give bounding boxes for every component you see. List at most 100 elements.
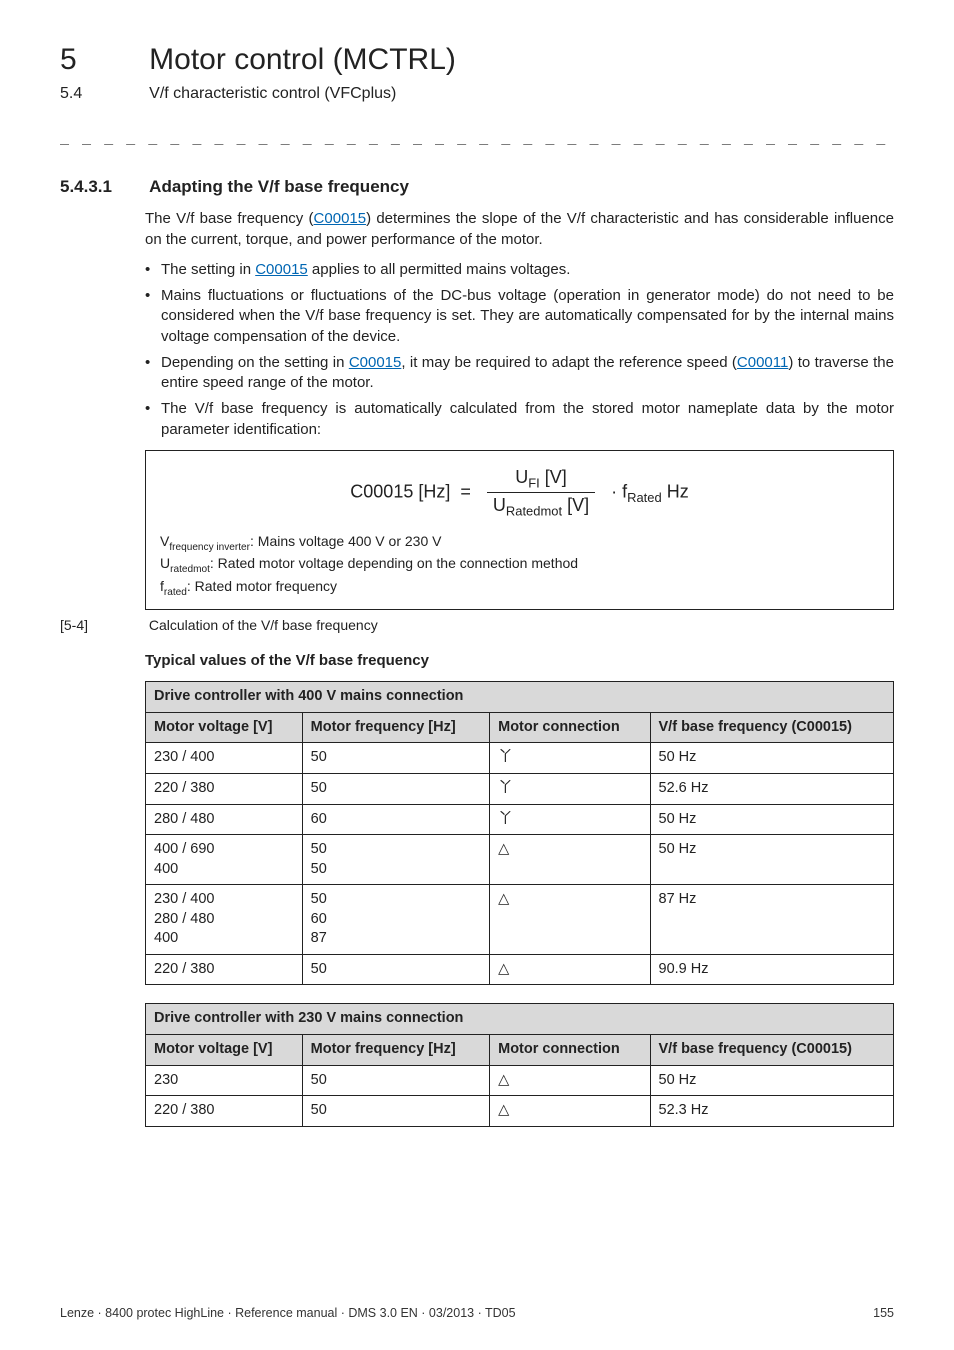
col-header: V/f base frequency (C00015) xyxy=(650,712,893,743)
cell-motor-connection: 丫 xyxy=(490,773,650,804)
text: : Rated motor voltage depending on the c… xyxy=(210,555,578,571)
subscript: Ratedmot xyxy=(506,503,562,518)
text: Depending on the setting in xyxy=(161,354,349,371)
link-c00015[interactable]: C00015 xyxy=(255,261,308,278)
cell-motor-voltage: 400 / 690400 xyxy=(146,835,303,885)
table-row: 220 / 38050△90.9 Hz xyxy=(146,954,894,985)
link-c00015[interactable]: C00015 xyxy=(349,354,402,371)
list-item: The setting in C00015 applies to all per… xyxy=(145,260,894,280)
cell-motor-voltage: 280 / 480 xyxy=(146,804,303,835)
link-c00011[interactable]: C00011 xyxy=(737,354,788,371)
chapter-heading: 5 Motor control (MCTRL) xyxy=(60,40,894,81)
formula-box: C00015 [Hz] = UFI [V] URatedmot [V] · fR… xyxy=(145,450,894,610)
cell-motor-frequency: 506087 xyxy=(302,885,489,955)
subscript: frequency inverter xyxy=(169,542,250,553)
table-caption: Drive controller with 230 V mains connec… xyxy=(146,1004,894,1035)
text: [V] xyxy=(562,495,589,515)
page-footer: Lenze · 8400 protec HighLine · Reference… xyxy=(60,1305,894,1322)
cell-motor-frequency: 60 xyxy=(302,804,489,835)
table-row: 230 / 400280 / 480400506087△87 Hz xyxy=(146,885,894,955)
cell-vf-base-frequency: 52.6 Hz xyxy=(650,773,893,804)
text: U xyxy=(515,467,528,487)
table-row: 220 / 38050丫52.6 Hz xyxy=(146,773,894,804)
cell-motor-frequency: 50 xyxy=(302,773,489,804)
cell-motor-connection: 丫 xyxy=(490,804,650,835)
cell-motor-voltage: 230 / 400 xyxy=(146,743,303,774)
cell-vf-base-frequency: 52.3 Hz xyxy=(650,1096,893,1127)
formula-lhs: C00015 [Hz] xyxy=(350,481,450,501)
cell-motor-connection: △ xyxy=(490,835,650,885)
bullet-list: The setting in C00015 applies to all per… xyxy=(145,260,894,440)
text: V xyxy=(160,533,169,549)
divider-dashed: _ _ _ _ _ _ _ _ _ _ _ _ _ _ _ _ _ _ _ _ … xyxy=(60,126,894,146)
col-header: Motor connection xyxy=(490,1035,650,1066)
cell-motor-voltage: 230 xyxy=(146,1065,303,1096)
col-header: Motor voltage [V] xyxy=(146,1035,303,1066)
cell-motor-connection: △ xyxy=(490,885,650,955)
intro-paragraph: The V/f base frequency (C00015) determin… xyxy=(145,209,894,250)
table-row: 230 / 40050丫50 Hz xyxy=(146,743,894,774)
section-number: 5.4 xyxy=(60,83,145,105)
cell-vf-base-frequency: 50 Hz xyxy=(650,835,893,885)
cell-motor-connection: △ xyxy=(490,954,650,985)
subscript: ratedmot xyxy=(170,564,210,575)
table-400v: Drive controller with 400 V mains connec… xyxy=(145,681,894,985)
cell-motor-connection: △ xyxy=(490,1065,650,1096)
cell-vf-base-frequency: 50 Hz xyxy=(650,1065,893,1096)
chapter-number: 5 xyxy=(60,40,145,81)
subscript: Rated xyxy=(627,490,662,505)
list-item: The V/f base frequency is automatically … xyxy=(145,399,894,440)
subscript: rated xyxy=(164,587,187,598)
cell-vf-base-frequency: 50 Hz xyxy=(650,804,893,835)
text: U xyxy=(493,495,506,515)
cell-motor-voltage: 220 / 380 xyxy=(146,773,303,804)
figure-caption: Calculation of the V/f base frequency xyxy=(149,617,378,633)
cell-motor-voltage: 230 / 400280 / 480400 xyxy=(146,885,303,955)
text: The setting in xyxy=(161,261,255,278)
cell-motor-frequency: 50 xyxy=(302,1096,489,1127)
section-heading: 5.4 V/f characteristic control (VFCplus) xyxy=(60,83,894,105)
section-title: V/f characteristic control (VFCplus) xyxy=(149,85,396,102)
link-c00015[interactable]: C00015 xyxy=(314,210,367,227)
cell-vf-base-frequency: 90.9 Hz xyxy=(650,954,893,985)
col-header: V/f base frequency (C00015) xyxy=(650,1035,893,1066)
figure-tag: [5-4] xyxy=(60,616,145,635)
cell-motor-frequency: 5050 xyxy=(302,835,489,885)
cell-motor-connection: △ xyxy=(490,1096,650,1127)
text: : Rated motor frequency xyxy=(187,578,337,594)
cell-motor-frequency: 50 xyxy=(302,954,489,985)
col-header: Motor frequency [Hz] xyxy=(302,1035,489,1066)
table-230v: Drive controller with 230 V mains connec… xyxy=(145,1003,894,1126)
list-item: Mains fluctuations or fluctuations of th… xyxy=(145,286,894,347)
equals: = xyxy=(460,481,471,501)
dot: · xyxy=(611,481,617,501)
cell-vf-base-frequency: 50 Hz xyxy=(650,743,893,774)
formula-legend: Vfrequency inverter: Mains voltage 400 V… xyxy=(160,532,879,599)
col-header: Motor voltage [V] xyxy=(146,712,303,743)
chapter-title: Motor control (MCTRL) xyxy=(149,43,456,76)
cell-motor-frequency: 50 xyxy=(302,1065,489,1096)
table-caption: Drive controller with 400 V mains connec… xyxy=(146,682,894,713)
text: Hz xyxy=(662,481,689,501)
text: , it may be required to adapt the refere… xyxy=(401,354,737,371)
col-header: Motor connection xyxy=(490,712,650,743)
page-number: 155 xyxy=(873,1305,894,1322)
col-header: Motor frequency [Hz] xyxy=(302,712,489,743)
cell-motor-frequency: 50 xyxy=(302,743,489,774)
cell-vf-base-frequency: 87 Hz xyxy=(650,885,893,955)
subsection-title: Adapting the V/f base frequency xyxy=(149,177,409,196)
formula: C00015 [Hz] = UFI [V] URatedmot [V] · fR… xyxy=(160,465,879,520)
cell-motor-voltage: 220 / 380 xyxy=(146,1096,303,1127)
figure-label: [5-4] Calculation of the V/f base freque… xyxy=(60,616,894,635)
cell-motor-voltage: 220 / 380 xyxy=(146,954,303,985)
footer-left: Lenze · 8400 protec HighLine · Reference… xyxy=(60,1305,516,1322)
table-row: 23050△50 Hz xyxy=(146,1065,894,1096)
list-item: Depending on the setting in C00015, it m… xyxy=(145,353,894,394)
subsection-number: 5.4.3.1 xyxy=(60,176,145,199)
table-row: 280 / 48060丫50 Hz xyxy=(146,804,894,835)
subheading: Typical values of the V/f base frequency xyxy=(145,651,894,671)
fraction: UFI [V] URatedmot [V] xyxy=(487,465,595,520)
text: U xyxy=(160,555,170,571)
subscript: FI xyxy=(528,475,540,490)
cell-motor-connection: 丫 xyxy=(490,743,650,774)
